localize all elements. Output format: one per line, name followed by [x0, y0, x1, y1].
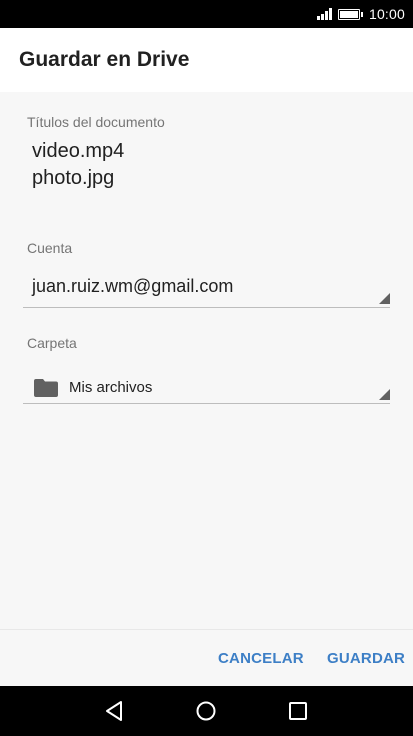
status-bar: 10:00 — [0, 0, 413, 28]
document-list: video.mp4 photo.jpg — [32, 138, 124, 192]
battery-icon — [337, 8, 363, 20]
folder-label: Carpeta — [27, 335, 77, 351]
dialog-title: Guardar en Drive — [19, 48, 190, 71]
folder-icon — [34, 379, 58, 397]
document-item: photo.jpg — [32, 167, 115, 189]
signal-icon — [316, 8, 332, 20]
status-time: 10:00 — [368, 6, 405, 22]
documents-label: Títulos del documento — [27, 114, 165, 130]
account-value: juan.ruiz.wm@gmail.com — [32, 276, 234, 296]
account-label: Cuenta — [27, 240, 73, 256]
navigation-bar — [0, 686, 413, 736]
cancel-button[interactable]: CANCELAR — [218, 650, 304, 667]
folder-dropdown[interactable]: Mis archivos — [23, 357, 390, 404]
recents-icon[interactable] — [287, 700, 309, 722]
folder-value: Mis archivos — [69, 379, 153, 396]
back-icon[interactable] — [104, 700, 126, 722]
save-button[interactable]: GUARDAR — [327, 650, 405, 667]
dropdown-arrow-icon — [379, 293, 390, 304]
account-dropdown[interactable]: juan.ruiz.wm@gmail.com — [23, 264, 390, 308]
dialog-actions: CANCELAR GUARDAR — [0, 629, 413, 686]
document-item: video.mp4 — [32, 140, 125, 162]
dropdown-arrow-icon — [379, 389, 390, 400]
dialog-header: Guardar en Drive — [0, 28, 413, 92]
home-icon[interactable] — [195, 700, 217, 722]
dialog-content: Títulos del documento video.mp4 photo.jp… — [0, 92, 413, 629]
